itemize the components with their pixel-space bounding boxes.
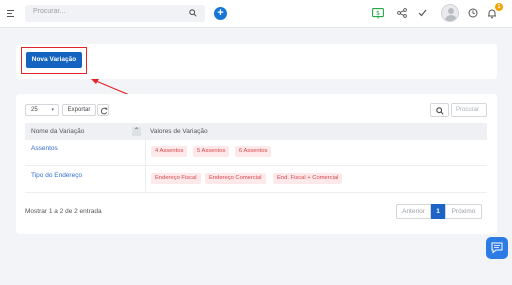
avatar[interactable] — [441, 4, 459, 22]
row-divider — [25, 192, 487, 193]
share-icon[interactable] — [397, 8, 407, 18]
highlight-box — [21, 47, 87, 74]
page-size-select[interactable]: 25 ▾ — [25, 104, 59, 116]
variation-name-link[interactable]: Assentos — [31, 145, 58, 152]
search-icon[interactable] — [189, 9, 197, 17]
global-search-input[interactable]: Procurar... — [33, 8, 65, 15]
variation-value-chip: End. Fiscal + Comercial — [273, 173, 343, 184]
table-search-input[interactable]: Procurar — [451, 103, 487, 117]
column-header-name[interactable]: Nome da Variação — [31, 123, 84, 140]
page-size-value: 25 — [31, 107, 38, 113]
variation-value-chip: 6 Assentos — [235, 146, 272, 157]
variation-name-link[interactable]: Tipo do Endereço — [31, 172, 82, 179]
table-info: Mostrar 1 a 2 de 2 entrada — [25, 208, 102, 215]
variation-value-chip: 4 Assentos — [151, 146, 188, 157]
column-divider — [145, 123, 146, 193]
column-header-values[interactable]: Valores de Variação — [150, 123, 208, 140]
refresh-button[interactable] — [97, 104, 109, 116]
clock-icon[interactable] — [468, 8, 478, 18]
add-button[interactable]: + — [214, 7, 227, 20]
chevron-down-icon: ▾ — [51, 107, 54, 113]
global-search[interactable]: Procurar... — [25, 5, 205, 22]
chat-icon — [491, 242, 503, 254]
next-page-button[interactable]: Próximo — [445, 204, 482, 219]
svg-text:$: $ — [376, 10, 380, 17]
dollar-icon[interactable]: $ — [372, 8, 384, 19]
table-search-button[interactable] — [430, 103, 449, 117]
search-icon — [436, 107, 444, 115]
top-bar: Procurar... + $ 1 — [0, 0, 512, 28]
export-button[interactable]: Exportar — [62, 104, 96, 116]
page-1-button[interactable]: 1 — [431, 204, 445, 219]
sort-icon[interactable]: ⌃ — [132, 127, 141, 136]
menu-icon[interactable] — [7, 10, 14, 17]
notification-badge: 1 — [495, 3, 503, 11]
variation-value-chip: Endereço Fiscal — [151, 173, 201, 184]
variation-value-chip: 5 Assentos — [193, 146, 230, 157]
plus-icon: + — [217, 7, 224, 19]
table-header: Nome da Variação ⌃ Valores de Variação — [25, 123, 487, 140]
chat-button[interactable] — [486, 237, 508, 259]
actions-card — [16, 44, 497, 79]
check-icon[interactable] — [418, 9, 427, 17]
refresh-icon — [100, 107, 108, 115]
variation-value-chip: Endereço Comercial — [205, 173, 266, 184]
previous-page-button[interactable]: Anterior — [396, 204, 431, 219]
row-divider — [25, 165, 487, 166]
